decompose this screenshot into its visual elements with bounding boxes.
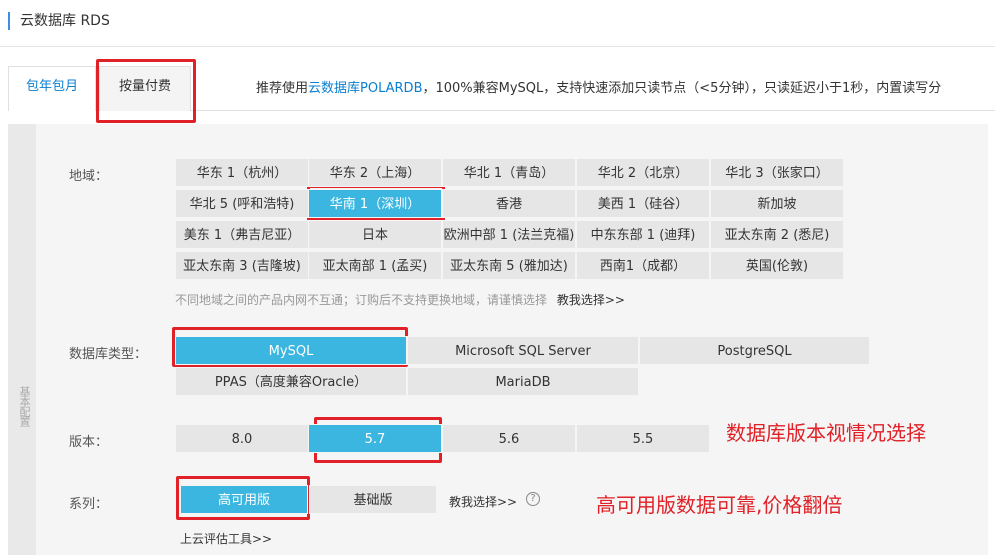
series-option[interactable]: 高可用版 — [180, 485, 308, 514]
version-option[interactable]: 5.6 — [442, 424, 576, 453]
region-option[interactable]: 中东东部 1 (迪拜) — [576, 220, 710, 249]
db-type-label: 数据库类型： — [69, 347, 148, 362]
region-option[interactable]: 亚太东南 2 (悉尼) — [710, 220, 844, 249]
region-option[interactable]: 华南 1（深圳） — [308, 189, 442, 218]
promo-banner: 推荐使用云数据库POLARDB，100%兼容MySQL，支持快速添加只读节点（<… — [256, 77, 995, 96]
tab-monthly[interactable]: 包年包月 — [8, 66, 96, 111]
db-type-option[interactable]: MariaDB — [407, 367, 639, 396]
series-annotation: 高可用版数据可靠,价格翻倍 — [596, 493, 843, 517]
region-option[interactable]: 亚太南部 1 (孟买) — [308, 251, 442, 280]
series-option[interactable]: 基础版 — [309, 485, 437, 514]
header-divider — [0, 46, 995, 47]
region-option[interactable]: 西南1（成都） — [576, 251, 710, 280]
promo-suffix: ，100%兼容MySQL，支持快速添加只读节点（<5分钟），只读延迟小于1秒，内… — [422, 81, 942, 96]
region-option[interactable]: 日本 — [308, 220, 442, 249]
polardb-link[interactable]: 云数据库POLARDB — [308, 81, 422, 96]
region-option[interactable]: 新加坡 — [710, 189, 844, 218]
series-label: 系列： — [69, 497, 109, 512]
region-option[interactable]: 华东 2（上海） — [308, 158, 442, 187]
highlight-box-payg — [96, 59, 196, 123]
region-option[interactable]: 华东 1（杭州） — [175, 158, 309, 187]
db-type-option[interactable]: MySQL — [175, 336, 407, 365]
region-option[interactable]: 欧洲中部 1 (法兰克福) — [442, 220, 576, 249]
region-option[interactable]: 英国(伦敦) — [710, 251, 844, 280]
region-option[interactable]: 亚太东南 5 (雅加达) — [442, 251, 576, 280]
series-help-link[interactable]: 教我选择>> — [449, 493, 517, 510]
region-label: 地域： — [69, 169, 109, 184]
version-option[interactable]: 8.0 — [175, 424, 309, 453]
promo-prefix: 推荐使用 — [256, 81, 309, 96]
cloud-assessment-tool-link[interactable]: 上云评估工具>> — [180, 530, 272, 547]
version-option[interactable]: 5.7 — [308, 424, 442, 453]
region-option[interactable]: 香港 — [442, 189, 576, 218]
region-hint: 不同地域之间的产品内网不互通；订购后不支持更换地域，请谨慎选择 教我选择>> — [175, 291, 625, 308]
region-option[interactable]: 华北 5 (呼和浩特) — [175, 189, 309, 218]
help-icon[interactable]: ? — [526, 492, 540, 506]
sidebar-label: 基本配置 — [18, 386, 31, 426]
config-sidebar — [8, 124, 36, 555]
region-option[interactable]: 美东 1（弗吉尼亚） — [175, 220, 309, 249]
region-option[interactable]: 亚太东南 3 (吉隆坡) — [175, 251, 309, 280]
region-option[interactable]: 华北 3（张家口） — [710, 158, 844, 187]
db-type-option[interactable]: PPAS（高度兼容Oracle） — [175, 367, 407, 396]
region-hint-text: 不同地域之间的产品内网不互通；订购后不支持更换地域，请谨慎选择 — [175, 293, 548, 307]
region-help-link[interactable]: 教我选择>> — [557, 293, 625, 307]
db-type-option[interactable]: PostgreSQL — [639, 336, 870, 365]
version-option[interactable]: 5.5 — [576, 424, 710, 453]
region-option[interactable]: 华北 1（青岛） — [442, 158, 576, 187]
region-option[interactable]: 华北 2（北京） — [576, 158, 710, 187]
version-annotation: 数据库版本视情况选择 — [726, 421, 926, 445]
region-option[interactable]: 美西 1（硅谷） — [576, 189, 710, 218]
db-type-option[interactable]: Microsoft SQL Server — [407, 336, 639, 365]
page-title: 云数据库 RDS — [8, 12, 110, 30]
version-label: 版本： — [69, 435, 109, 450]
